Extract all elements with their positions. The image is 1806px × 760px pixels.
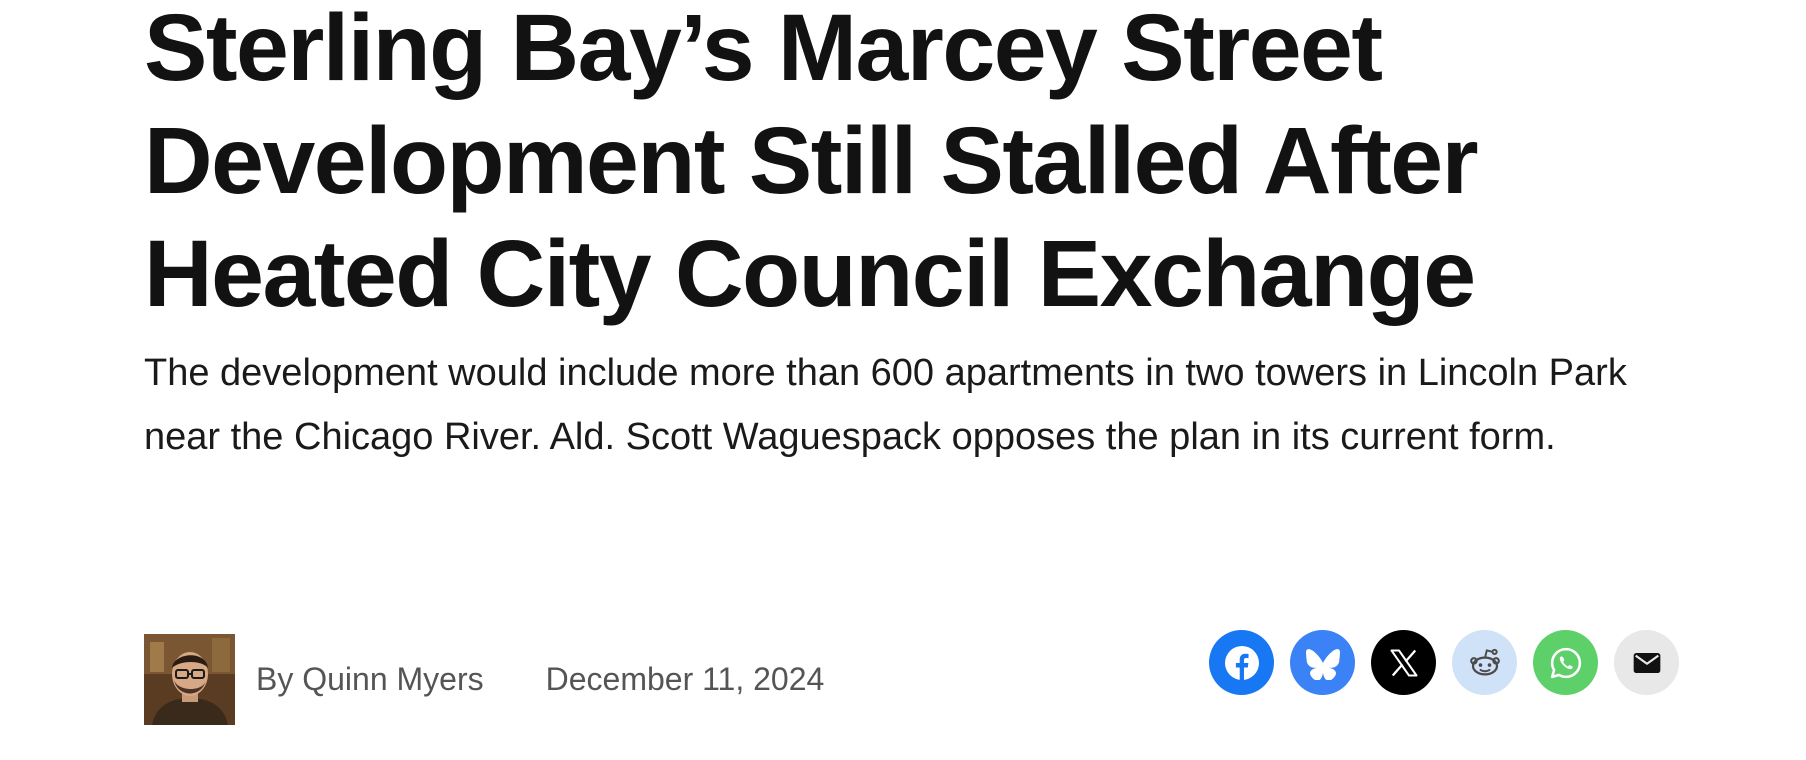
share-bluesky-button[interactable] (1290, 630, 1355, 695)
share-x-button[interactable] (1371, 630, 1436, 695)
article-dek: The development would include more than … (144, 352, 1627, 458)
byline: By Quinn Myers December 11, 2024 (144, 633, 824, 725)
article-headline: Sterling Bay’s Marcey Street Development… (144, 0, 1479, 327)
email-icon (1633, 652, 1660, 673)
whatsapp-icon (1550, 647, 1581, 678)
share-email-button[interactable] (1614, 630, 1679, 695)
reddit-icon (1469, 648, 1500, 676)
facebook-icon (1224, 645, 1259, 680)
share-whatsapp-button[interactable] (1533, 630, 1598, 695)
share-reddit-button[interactable] (1452, 630, 1517, 695)
share-bar (1209, 630, 1679, 695)
article-header: Sterling Bay’s Marcey Street Development… (0, 0, 1806, 760)
author-name[interactable]: By Quinn Myers (256, 661, 484, 698)
publish-date: December 11, 2024 (545, 660, 825, 697)
x-icon (1390, 649, 1417, 676)
author-avatar[interactable] (144, 633, 235, 725)
share-facebook-button[interactable] (1209, 630, 1274, 695)
bluesky-icon (1305, 648, 1340, 680)
